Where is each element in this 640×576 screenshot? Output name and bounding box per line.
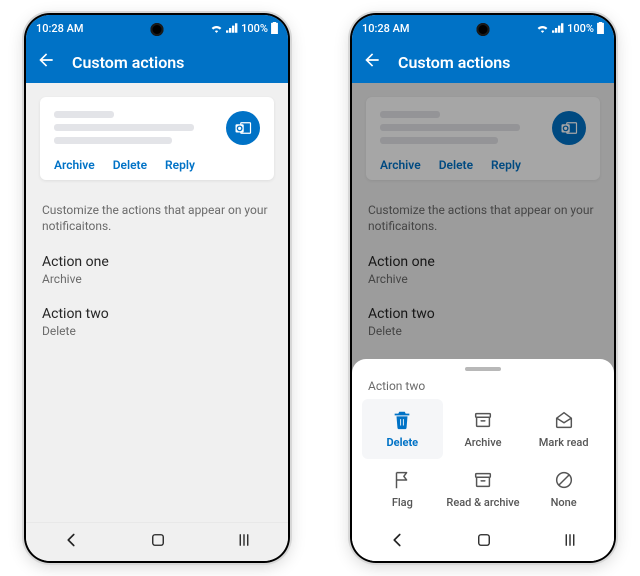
nav-home-button[interactable] [475, 531, 493, 553]
placeholder-line [54, 137, 172, 144]
app-bar: Custom actions [352, 41, 614, 83]
camera-punch-hole [477, 23, 490, 36]
preview-action-archive[interactable]: Archive [54, 158, 95, 172]
chevron-left-icon [60, 529, 82, 551]
wifi-icon [536, 23, 549, 33]
wifi-icon [210, 23, 223, 33]
action-two-value: Delete [42, 324, 272, 338]
action-two-title: Action two [42, 306, 272, 322]
nav-back-button[interactable] [386, 529, 408, 555]
outlook-app-icon-button [226, 111, 260, 145]
battery-percent: 100% [567, 22, 594, 35]
sheet-option-mark-read[interactable]: Mark read [523, 399, 604, 459]
sheet-option-flag[interactable]: Flag [362, 459, 443, 519]
action-picker-sheet: Action two Delete Ar [352, 359, 614, 561]
none-icon [553, 469, 575, 491]
signal-icon [552, 23, 564, 33]
action-two-row[interactable]: Action two Delete [26, 296, 288, 348]
placeholder-line [54, 111, 114, 118]
sheet-option-none[interactable]: None [523, 459, 604, 519]
battery-icon [271, 22, 278, 34]
sheet-options-grid: Delete Archive [352, 399, 614, 523]
appbar-title: Custom actions [398, 53, 510, 72]
sheet-title: Action two [352, 379, 614, 399]
status-time: 10:28 AM [362, 22, 410, 35]
sheet-option-label: Read & archive [446, 496, 519, 509]
trash-icon [391, 409, 413, 431]
back-button[interactable] [36, 50, 56, 74]
preview-action-reply[interactable]: Reply [165, 158, 195, 172]
preview-action-row: Archive Delete Reply [54, 158, 260, 172]
placeholder-line [54, 124, 194, 131]
three-bars-icon [560, 531, 580, 549]
battery-percent: 100% [241, 22, 268, 35]
action-one-title: Action one [42, 254, 272, 270]
signal-icon [226, 23, 238, 33]
square-icon [475, 531, 493, 549]
notification-preview-card: Archive Delete Reply [40, 97, 274, 180]
status-time: 10:28 AM [36, 22, 84, 35]
nav-recents-button[interactable] [234, 531, 254, 553]
sheet-option-label: None [551, 496, 577, 509]
app-bar: Custom actions [26, 41, 288, 83]
flag-icon [391, 469, 413, 491]
archive-icon [472, 469, 494, 491]
content-area: Archive Delete Reply Customize the actio… [26, 83, 288, 522]
preview-action-delete[interactable]: Delete [113, 158, 147, 172]
action-one-value: Archive [42, 272, 272, 286]
phone-device-right: 10:28 AM 100% Custom actions [352, 15, 614, 561]
phone-device-left: 10:28 AM 100% Custom actions [26, 15, 288, 561]
sheet-option-archive[interactable]: Archive [443, 399, 524, 459]
info-text: Customize the actions that appear on you… [26, 180, 288, 244]
three-bars-icon [234, 531, 254, 549]
content-area: Archive Delete Reply Customize the actio… [352, 83, 614, 561]
sheet-option-delete[interactable]: Delete [362, 399, 443, 459]
arrow-back-icon [36, 50, 56, 70]
archive-icon [472, 409, 494, 431]
arrow-back-icon [362, 50, 382, 70]
chevron-left-icon [386, 529, 408, 551]
action-one-row[interactable]: Action one Archive [26, 244, 288, 296]
mail-open-icon [553, 409, 575, 431]
camera-punch-hole [151, 23, 164, 36]
nav-home-button[interactable] [149, 531, 167, 553]
battery-icon [597, 22, 604, 34]
appbar-title: Custom actions [72, 53, 184, 72]
sheet-option-label: Delete [387, 436, 419, 449]
sheet-option-label: Archive [464, 436, 501, 449]
sheet-option-label: Mark read [539, 436, 589, 449]
sheet-option-label: Flag [392, 496, 413, 509]
sheet-drag-handle[interactable] [465, 367, 501, 371]
square-icon [149, 531, 167, 549]
back-button[interactable] [362, 50, 382, 74]
system-nav-bar [352, 523, 614, 561]
system-nav-bar [26, 522, 288, 561]
outlook-icon [234, 119, 252, 137]
nav-back-button[interactable] [60, 529, 82, 555]
nav-recents-button[interactable] [560, 531, 580, 553]
sheet-option-read-and-archive[interactable]: Read & archive [443, 459, 524, 519]
